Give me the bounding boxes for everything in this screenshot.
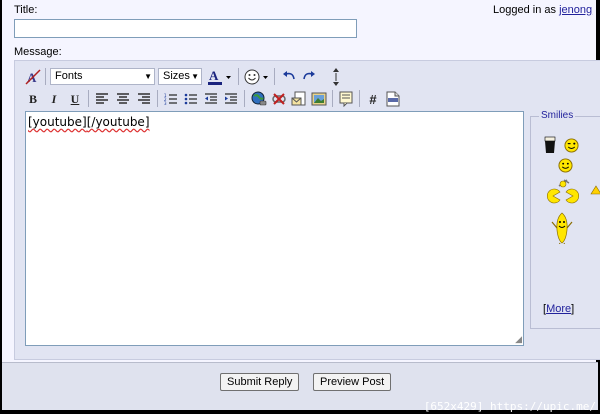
- more-bracket-close: ]: [571, 303, 575, 315]
- code-hash-button[interactable]: #: [363, 89, 383, 109]
- align-left-icon[interactable]: [92, 89, 112, 109]
- unordered-list-icon[interactable]: [181, 89, 201, 109]
- watermark-text: [652x429] https://upic.me/: [423, 400, 596, 413]
- indent-icon[interactable]: [221, 89, 241, 109]
- smiley-icon: [244, 69, 268, 85]
- post-reply-form: Title: Logged in as jenong Message: A Fo…: [2, 0, 600, 410]
- smilie-partial-icon[interactable]: [589, 183, 600, 197]
- insert-email-icon[interactable]: [289, 89, 309, 109]
- undo-icon[interactable]: [279, 67, 299, 87]
- smilie-pacman-fight-icon[interactable]: [543, 177, 583, 205]
- italic-button[interactable]: I: [44, 89, 64, 109]
- align-right-icon[interactable]: [134, 89, 154, 109]
- outdent-icon[interactable]: [201, 89, 221, 109]
- toolbar-separator: [238, 68, 239, 85]
- size-select-label: Sizes: [163, 70, 190, 82]
- smilies-legend: Smilies: [539, 110, 576, 121]
- toolbar-separator: [274, 68, 275, 85]
- smilie-banana-icon[interactable]: [549, 211, 575, 245]
- font-select[interactable]: Fonts ▼: [50, 68, 155, 85]
- editor-tag-close: [/youtube]: [86, 115, 150, 129]
- title-label: Title:: [14, 4, 38, 16]
- remove-format-icon[interactable]: A: [23, 67, 43, 87]
- php-code-icon[interactable]: [383, 89, 403, 109]
- toolbar-separator: [45, 68, 46, 85]
- more-smilies-link[interactable]: More: [546, 303, 571, 315]
- resize-editor-icon[interactable]: [326, 67, 346, 87]
- toolbar-separator: [157, 90, 158, 107]
- more-smilies[interactable]: [More]: [543, 303, 574, 315]
- chevron-down-icon: ▼: [191, 72, 199, 81]
- bold-button[interactable]: B: [23, 89, 43, 109]
- submit-reply-button[interactable]: Submit Reply: [220, 373, 300, 391]
- login-status: Logged in as jenong: [493, 4, 592, 16]
- username-link[interactable]: jenong: [559, 4, 592, 16]
- editor-panel: A Fonts ▼ Sizes ▼ A: [14, 60, 600, 360]
- editor-tag-open: [youtube]: [28, 115, 87, 129]
- insert-image-icon[interactable]: [309, 89, 329, 109]
- smilie-menu-button[interactable]: [243, 67, 271, 87]
- font-color-button[interactable]: A: [206, 67, 234, 87]
- font-select-label: Fonts: [55, 70, 83, 82]
- toolbar-separator: [88, 90, 89, 107]
- login-prefix: Logged in as: [493, 4, 556, 16]
- toolbar-separator: [359, 90, 360, 107]
- redo-icon[interactable]: [299, 67, 319, 87]
- underline-button[interactable]: U: [65, 89, 85, 109]
- resize-grip-icon[interactable]: ◢: [515, 336, 522, 345]
- message-textarea[interactable]: [youtube][/youtube] ◢: [25, 111, 524, 346]
- quote-icon[interactable]: [336, 89, 356, 109]
- message-label: Message:: [14, 46, 62, 58]
- title-input[interactable]: [14, 19, 357, 38]
- smilies-panel: Smilies [More]: [530, 110, 600, 329]
- chevron-down-icon: ▼: [144, 72, 152, 81]
- smilie-guinness-icon[interactable]: [543, 135, 557, 155]
- insert-link-icon[interactable]: [249, 89, 269, 109]
- align-center-icon[interactable]: [113, 89, 133, 109]
- smilie-wink-icon[interactable]: [563, 137, 579, 153]
- ordered-list-icon[interactable]: 123: [161, 89, 181, 109]
- svg-text:3: 3: [164, 101, 167, 105]
- toolbar-separator: [332, 90, 333, 107]
- toolbar-separator: [244, 90, 245, 107]
- smilie-smile-icon[interactable]: [557, 157, 573, 173]
- remove-link-icon[interactable]: [269, 89, 289, 109]
- font-color-glyph: A: [209, 68, 219, 83]
- size-select[interactable]: Sizes ▼: [158, 68, 202, 85]
- preview-post-button[interactable]: Preview Post: [313, 373, 392, 391]
